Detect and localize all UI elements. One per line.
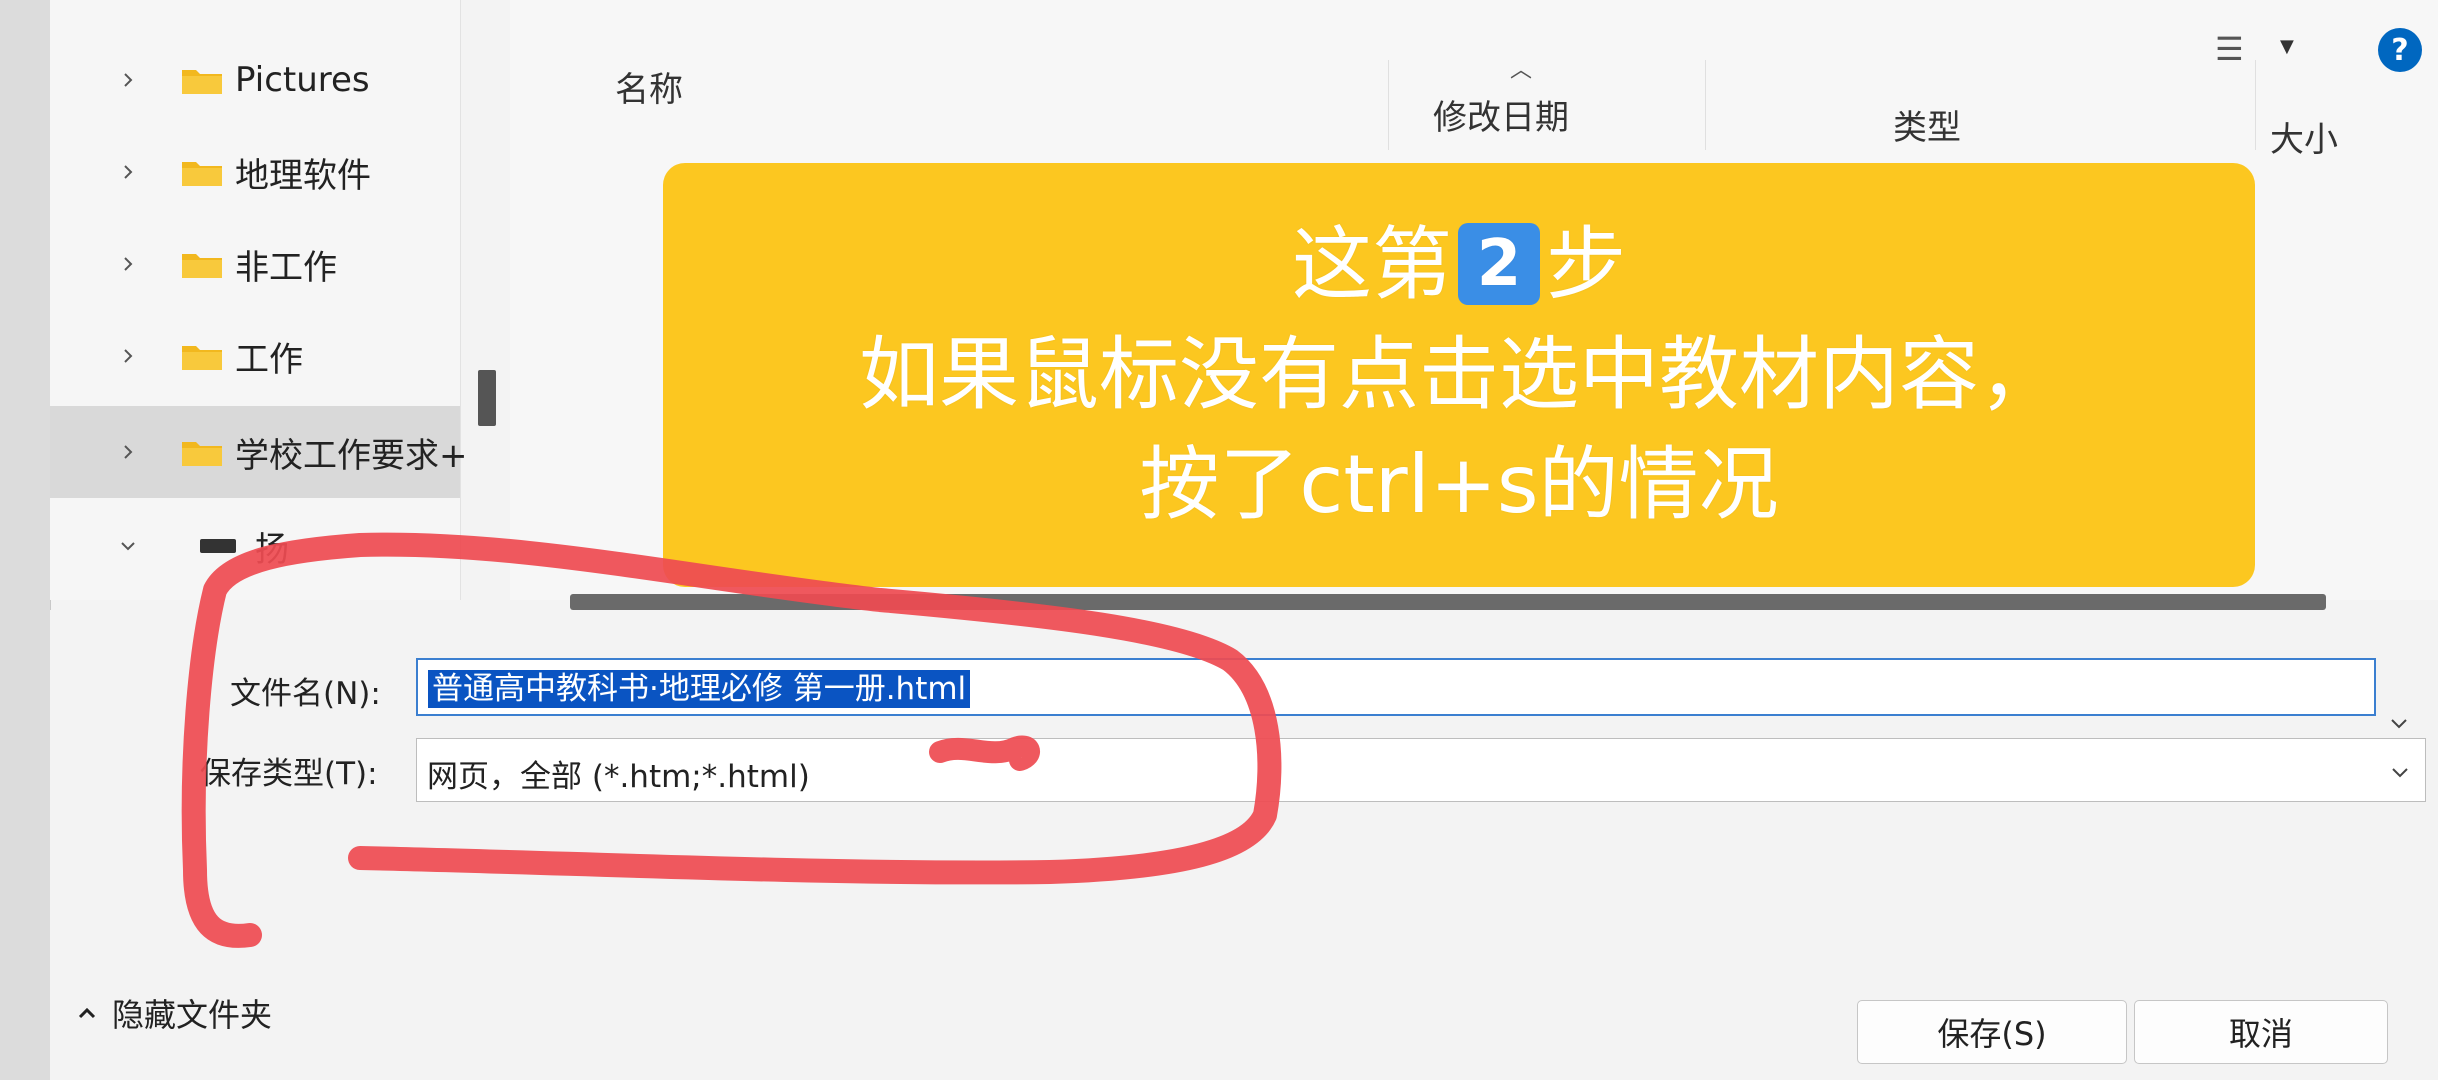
column-header-size[interactable]: 大小 bbox=[2270, 112, 2338, 161]
chevron-down-icon[interactable] bbox=[116, 534, 140, 558]
cancel-button[interactable]: 取消 bbox=[2134, 1000, 2388, 1064]
nav-item-label: 非工作 bbox=[235, 247, 337, 288]
column-header-type[interactable]: 类型 bbox=[1893, 100, 1961, 149]
chevron-right-icon[interactable] bbox=[116, 252, 140, 276]
horizontal-scrollbar[interactable] bbox=[570, 594, 2326, 610]
chevron-up-icon bbox=[78, 1007, 96, 1019]
drive-icon bbox=[200, 539, 236, 553]
keycap-number-icon: 2 bbox=[1458, 223, 1540, 306]
caption-prefix: 这第 bbox=[1292, 218, 1452, 311]
filename-dropdown-icon[interactable] bbox=[2388, 712, 2410, 734]
nav-scrollbar-thumb[interactable] bbox=[478, 370, 496, 426]
caption-line-3: 按了ctrl+s的情况 bbox=[1139, 438, 1779, 531]
chevron-down-icon[interactable] bbox=[2352, 712, 2374, 734]
nav-item-drive[interactable]: 扬 bbox=[50, 500, 460, 592]
caption-suffix: 步 bbox=[1546, 218, 1626, 311]
folder-icon bbox=[182, 70, 222, 94]
filename-label: 文件名(N): bbox=[230, 676, 381, 712]
nav-item-label: 扬 bbox=[255, 529, 289, 570]
column-header-name[interactable]: 名称 bbox=[615, 62, 683, 111]
chevron-right-icon[interactable] bbox=[116, 344, 140, 368]
nav-item-label: 学校工作要求+ bbox=[235, 435, 468, 476]
folder-icon bbox=[182, 346, 222, 370]
sort-ascending-icon: ︿ bbox=[1510, 58, 1533, 83]
chevron-down-icon[interactable]: ▼ bbox=[2280, 36, 2294, 57]
save-button[interactable]: 保存(S) bbox=[1857, 1000, 2127, 1064]
folder-icon bbox=[182, 254, 222, 278]
nav-item-geo-software[interactable]: 地理软件 bbox=[50, 126, 460, 218]
column-header-modified[interactable]: 修改日期 bbox=[1433, 90, 1569, 139]
tutorial-caption: 这第 2 步 如果鼠标没有点击选中教材内容， 按了ctrl+s的情况 bbox=[663, 163, 2255, 587]
chevron-down-icon bbox=[2392, 768, 2408, 778]
folder-icon bbox=[182, 442, 222, 466]
filetype-label: 保存类型(T): bbox=[200, 756, 378, 792]
nav-item-label: 工作 bbox=[235, 339, 303, 380]
caption-line-2: 如果鼠标没有点击选中教材内容， bbox=[859, 328, 2059, 421]
nav-item-label: Pictures bbox=[235, 60, 370, 100]
nav-item-school-requirements[interactable]: 学校工作要求+ bbox=[50, 406, 468, 498]
hide-folders-toggle[interactable]: 隐藏文件夹 bbox=[76, 990, 272, 1036]
filename-input[interactable]: 普通高中教科书·地理必修 第一册.html bbox=[416, 658, 2376, 716]
help-button[interactable]: ? bbox=[2378, 28, 2422, 72]
nav-item-label: 地理软件 bbox=[235, 155, 371, 196]
chevron-right-icon[interactable] bbox=[116, 68, 140, 92]
filetype-select[interactable]: 网页，全部 (*.htm;*.html) bbox=[416, 738, 2426, 802]
caption-line-1: 这第 2 步 bbox=[1292, 210, 1626, 320]
filename-selected-text: 普通高中教科书·地理必修 第一册.html bbox=[428, 670, 971, 708]
nav-item-work[interactable]: 工作 bbox=[50, 310, 460, 402]
hide-folders-label: 隐藏文件夹 bbox=[112, 996, 273, 1034]
chevron-right-icon[interactable] bbox=[116, 160, 140, 184]
chevron-right-icon[interactable] bbox=[116, 440, 140, 464]
view-options-icon[interactable]: ☰ bbox=[2215, 30, 2244, 68]
filetype-value: 网页，全部 (*.htm;*.html) bbox=[427, 759, 810, 795]
folder-icon bbox=[182, 162, 222, 186]
nav-item-non-work[interactable]: 非工作 bbox=[50, 218, 460, 310]
nav-item-pictures[interactable]: Pictures bbox=[50, 34, 460, 126]
navigation-pane: Pictures 地理软件 非工作 工作 学校工作要求+ 扬 bbox=[50, 0, 468, 600]
